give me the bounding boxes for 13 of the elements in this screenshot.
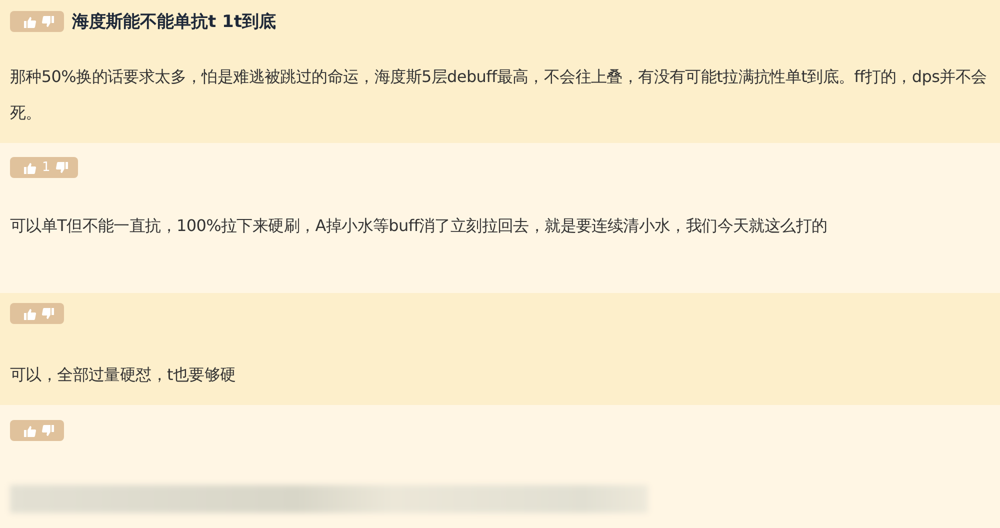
thumbs-up-icon[interactable] [24,162,36,174]
thumbs-down-icon[interactable] [56,162,68,174]
thread-title: 海度斯能不能单抗t 1t到底 [72,11,276,33]
reply-text: 可以单T但不能一直抗，100%拉下来硬刷，A掉小水等buff消了立刻拉回去，就是要连续清小水，我们今天就这么打的 [10,215,828,237]
post-text: 那种50%换的话要求太多，怕是难逃被跳过的命运，海度斯5层debuff最高，不会往上叠，有没有可能t拉满抗性单t到底。ff打的，dps并不会死。 [10,66,988,124]
thumbs-up-icon[interactable] [24,16,36,28]
vote-count: 1 [42,161,50,174]
thumbs-down-icon[interactable] [42,308,54,320]
reply-text: 可以，全部过量硬怼，t也要够硬 [10,364,237,386]
thumbs-up-icon[interactable] [24,424,36,436]
thumbs-up-icon[interactable] [24,308,36,320]
thumbs-down-icon[interactable] [42,16,54,28]
thumbs-down-icon[interactable] [42,424,54,436]
